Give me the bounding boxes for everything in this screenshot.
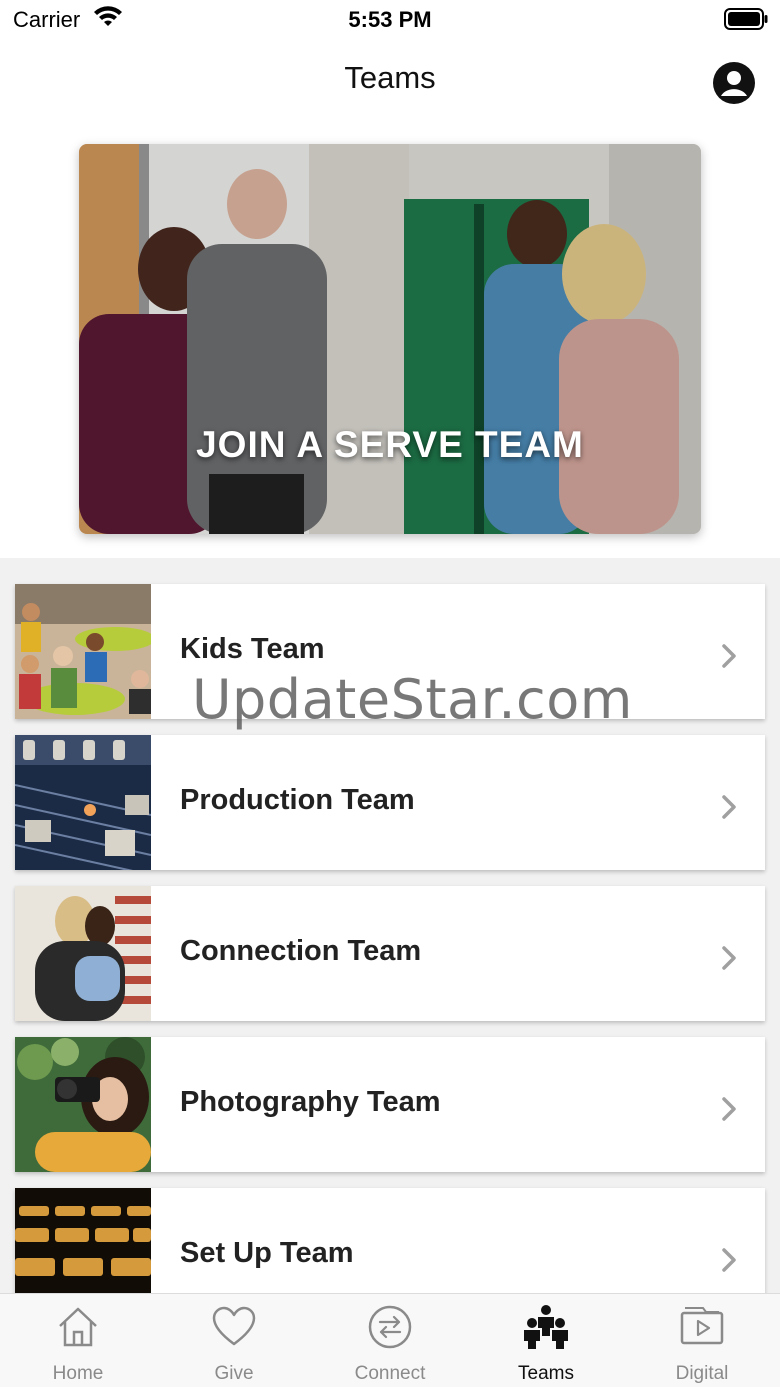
tab-label: Home <box>52 1363 104 1384</box>
tab-label: Give <box>214 1363 254 1384</box>
people-icon <box>524 1305 568 1349</box>
banner-title: JOIN A SERVE TEAM <box>196 424 584 465</box>
team-label: Set Up Team <box>180 1237 354 1269</box>
tab-connect[interactable]: Connect <box>312 1294 468 1387</box>
battery-icon <box>724 8 768 30</box>
teams-list: Kids Team Production Team Connection Tea… <box>0 558 780 1293</box>
chevron-right-icon <box>722 946 736 970</box>
connect-arrows-icon <box>368 1305 412 1349</box>
clock: 5:53 PM <box>348 7 432 32</box>
home-icon <box>59 1307 97 1347</box>
banner-photo <box>79 144 701 534</box>
photography-team-thumbnail <box>15 1037 151 1172</box>
team-card-kids[interactable]: Kids Team <box>15 584 765 719</box>
production-team-thumbnail <box>15 735 151 870</box>
tab-label: Digital <box>675 1363 729 1384</box>
tab-teams[interactable]: Teams <box>468 1294 624 1387</box>
tab-bar: Home Give Connect Teams Digital <box>0 1293 780 1387</box>
teams-screen: Carrier 5:53 PM Teams JOIN A SERVE TEAM … <box>0 0 780 1387</box>
team-label: Production Team <box>180 784 415 816</box>
kids-team-thumbnail <box>15 584 151 719</box>
team-label: Photography Team <box>180 1086 441 1118</box>
setup-team-thumbnail <box>15 1188 151 1293</box>
heart-icon <box>212 1306 256 1346</box>
team-card-connection[interactable]: Connection Team <box>15 886 765 1021</box>
tab-label: Teams <box>518 1363 574 1384</box>
banner-section: JOIN A SERVE TEAM <box>0 120 780 558</box>
chevron-right-icon <box>722 1248 736 1272</box>
connection-team-thumbnail <box>15 886 151 1021</box>
digital-play-icon <box>680 1307 724 1345</box>
team-label: Kids Team <box>180 633 325 665</box>
tab-home[interactable]: Home <box>0 1294 156 1387</box>
team-card-production[interactable]: Production Team <box>15 735 765 870</box>
chevron-right-icon <box>722 795 736 819</box>
chevron-right-icon <box>722 644 736 668</box>
page-title: Teams <box>344 60 436 95</box>
tab-give[interactable]: Give <box>156 1294 312 1387</box>
tab-digital[interactable]: Digital <box>624 1294 780 1387</box>
team-label: Connection Team <box>180 935 422 967</box>
chevron-right-icon <box>722 1097 736 1121</box>
tab-label: Connect <box>354 1363 426 1384</box>
profile-icon[interactable] <box>711 60 757 106</box>
join-serve-team-banner[interactable]: JOIN A SERVE TEAM <box>79 144 701 534</box>
status-bar: Carrier 5:53 PM <box>0 0 780 42</box>
team-card-photography[interactable]: Photography Team <box>15 1037 765 1172</box>
team-card-setup[interactable]: Set Up Team <box>15 1188 765 1293</box>
